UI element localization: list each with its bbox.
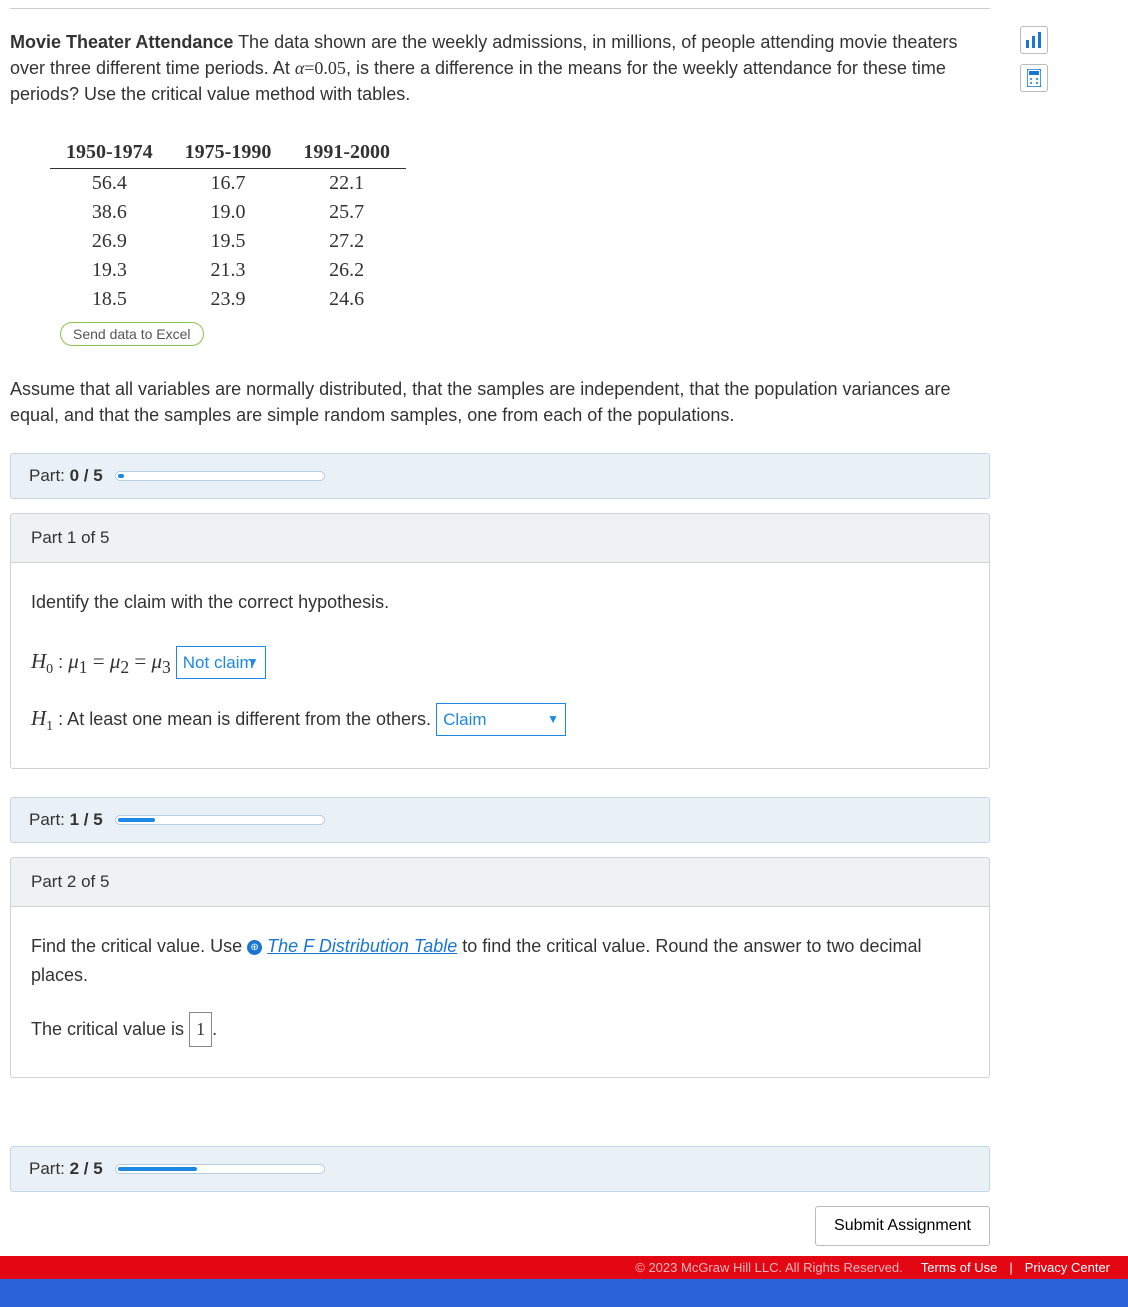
privacy-link[interactable]: Privacy Center: [1025, 1260, 1110, 1275]
progress-bar-0: Part: 0 / 5: [10, 453, 990, 499]
progress-bar-1: Part: 1 / 5: [10, 797, 990, 843]
table-cell: 21.3: [169, 256, 288, 285]
f-table-link[interactable]: The F Distribution Table: [267, 936, 457, 956]
table-cell: 16.7: [169, 169, 288, 199]
data-table: 1950-1974 1975-1990 1991-2000 56.416.722…: [50, 137, 406, 314]
terms-link[interactable]: Terms of Use: [921, 1260, 998, 1275]
part2-body: Find the critical value. Use ⊕ The F Dis…: [10, 906, 990, 1077]
progress-bar-2: Part: 2 / 5: [10, 1146, 990, 1192]
problem-title: Movie Theater Attendance: [10, 32, 233, 52]
table-cell: 26.9: [50, 227, 169, 256]
part1-instruction: Identify the claim with the correct hypo…: [31, 588, 969, 617]
table-cell: 23.9: [169, 285, 288, 314]
send-to-excel-button[interactable]: Send data to Excel: [60, 322, 204, 346]
problem-statement: Movie Theater Attendance The data shown …: [10, 8, 990, 122]
h0-claim-select[interactable]: Not claim: [176, 646, 266, 679]
footer: © 2023 McGraw Hill LLC. All Rights Reser…: [0, 1256, 1128, 1279]
table-cell: 26.2: [287, 256, 406, 285]
table-cell: 38.6: [50, 198, 169, 227]
table-cell: 56.4: [50, 169, 169, 199]
col-header: 1975-1990: [169, 137, 288, 169]
part1-header: Part 1 of 5: [10, 513, 990, 562]
h1-claim-select[interactable]: Claim: [436, 703, 566, 736]
table-cell: 19.0: [169, 198, 288, 227]
table-cell: 22.1: [287, 169, 406, 199]
bar-chart-icon[interactable]: [1020, 26, 1048, 54]
table-cell: 18.5: [50, 285, 169, 314]
part1-body: Identify the claim with the correct hypo…: [10, 562, 990, 769]
part2-header: Part 2 of 5: [10, 857, 990, 906]
col-header: 1991-2000: [287, 137, 406, 169]
table-cell: 27.2: [287, 227, 406, 256]
copyright-text: © 2023 McGraw Hill LLC. All Rights Reser…: [635, 1260, 903, 1275]
expand-icon[interactable]: ⊕: [247, 940, 262, 955]
table-cell: 19.3: [50, 256, 169, 285]
col-header: 1950-1974: [50, 137, 169, 169]
table-cell: 19.5: [169, 227, 288, 256]
footer-blue-bar: [0, 1279, 1128, 1307]
assumptions-text: Assume that all variables are normally d…: [10, 376, 990, 428]
calculator-icon[interactable]: [1020, 64, 1048, 92]
table-cell: 25.7: [287, 198, 406, 227]
table-cell: 24.6: [287, 285, 406, 314]
submit-assignment-button[interactable]: Submit Assignment: [815, 1206, 990, 1246]
critical-value-input[interactable]: 1: [189, 1012, 212, 1047]
